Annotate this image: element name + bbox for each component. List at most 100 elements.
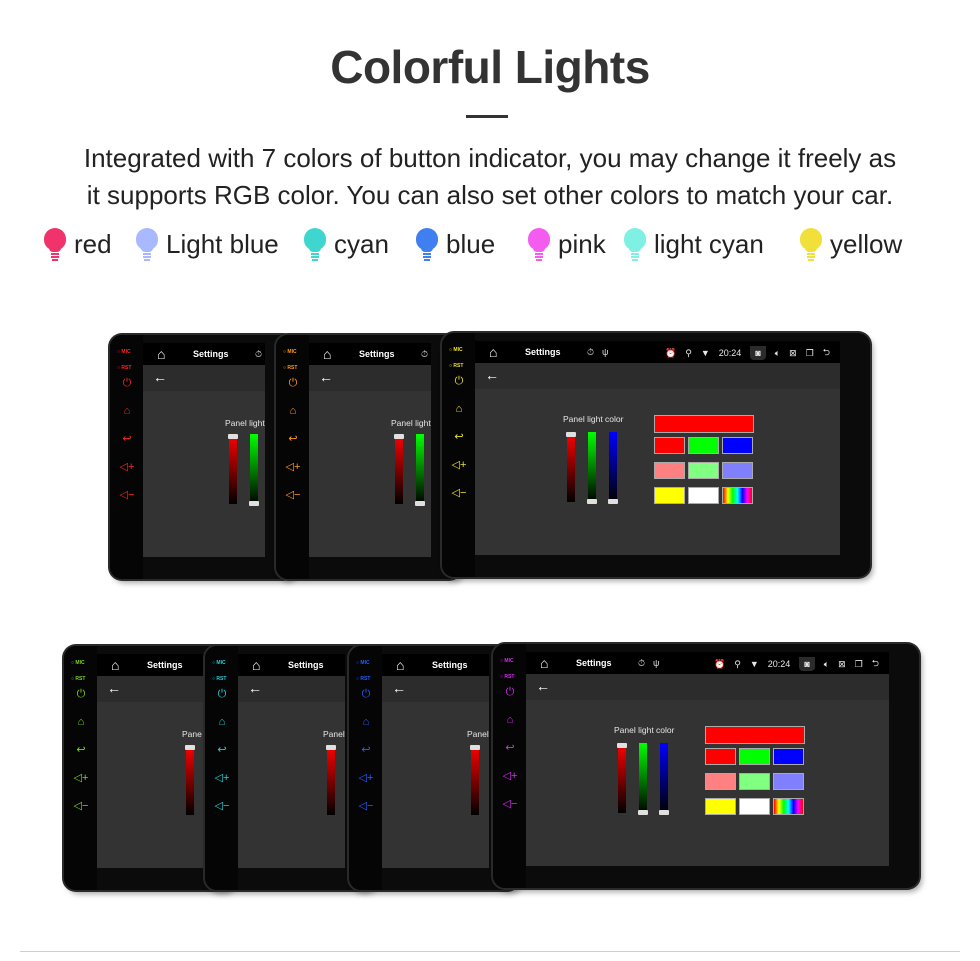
red-slider-knob[interactable] [617,743,627,748]
volume-up-button[interactable]: ◁+ [502,769,518,783]
volume-down-button[interactable]: ◁− [502,797,518,811]
camera-icon[interactable]: ◙ [750,346,766,360]
red-slider-knob[interactable] [394,434,404,439]
volume-down-button[interactable]: ◁− [358,799,374,813]
volume-up-button[interactable]: ◁+ [214,771,230,785]
home-button[interactable]: ⌂ [502,713,518,727]
close-box-icon[interactable]: ⊠ [838,659,846,670]
color-swatch[interactable] [722,487,753,504]
back-button[interactable]: ↩ [119,432,135,446]
back-button[interactable]: ↩ [73,743,89,757]
volume-icon[interactable]: 🔈︎ [824,659,829,670]
back-button[interactable]: ↩ [451,430,467,444]
camera-icon[interactable]: ◙ [799,657,815,671]
color-swatch[interactable] [688,462,719,479]
green-slider[interactable] [249,434,259,506]
back-arrow-icon[interactable]: ← [485,367,499,383]
back-button[interactable]: ↩ [502,741,518,755]
color-swatch[interactable] [739,773,770,790]
volume-down-button[interactable]: ◁− [119,488,135,502]
volume-up-button[interactable]: ◁+ [73,771,89,785]
red-slider[interactable] [470,745,480,815]
red-slider-knob[interactable] [326,745,336,750]
back-button[interactable]: ↩ [285,432,301,446]
green-slider[interactable] [587,432,597,504]
green-slider[interactable] [415,434,425,506]
color-swatch[interactable] [773,798,804,815]
blue-slider-knob[interactable] [608,499,618,504]
power-button[interactable]: ⏻ [214,687,230,701]
red-slider-knob[interactable] [185,745,195,750]
return-icon[interactable]: ⮌ [872,656,879,672]
volume-down-button[interactable]: ◁− [451,486,467,500]
color-swatch[interactable] [722,437,753,454]
red-slider-knob[interactable] [470,745,480,750]
color-swatch[interactable] [654,462,685,479]
back-arrow-icon[interactable]: ← [248,680,262,696]
home-icon[interactable]: ⌂ [489,344,497,360]
back-arrow-icon[interactable]: ← [153,369,167,385]
blue-slider[interactable] [659,743,669,815]
green-slider-knob[interactable] [587,499,597,504]
color-swatch[interactable] [688,487,719,504]
home-button[interactable]: ⌂ [285,404,301,418]
color-swatch[interactable] [654,437,685,454]
color-swatch[interactable] [722,462,753,479]
home-button[interactable]: ⌂ [451,402,467,416]
color-swatch[interactable] [773,748,804,765]
red-slider[interactable] [394,434,404,504]
color-swatch[interactable] [739,748,770,765]
home-button[interactable]: ⌂ [214,715,230,729]
back-arrow-icon[interactable]: ← [536,678,550,694]
power-button[interactable]: ⏻ [451,374,467,388]
home-icon[interactable]: ⌂ [157,346,165,362]
power-button[interactable]: ⏻ [502,685,518,699]
red-slider[interactable] [566,432,576,502]
recent-apps-icon[interactable]: ❐ [806,348,814,359]
back-button[interactable]: ↩ [214,743,230,757]
power-button[interactable]: ⏻ [73,687,89,701]
red-slider-knob[interactable] [228,434,238,439]
back-arrow-icon[interactable]: ← [319,369,333,385]
color-swatch[interactable] [654,487,685,504]
power-button[interactable]: ⏻ [119,376,135,390]
home-icon[interactable]: ⌂ [252,657,260,673]
blue-slider-knob[interactable] [659,810,669,815]
green-slider-knob[interactable] [249,501,259,506]
home-icon[interactable]: ⌂ [540,655,548,671]
red-slider[interactable] [228,434,238,504]
color-swatch[interactable] [705,798,736,815]
volume-down-button[interactable]: ◁− [73,799,89,813]
red-slider[interactable] [185,745,195,815]
color-swatch[interactable] [705,773,736,790]
volume-up-button[interactable]: ◁+ [285,460,301,474]
color-swatch[interactable] [739,798,770,815]
green-slider[interactable] [638,743,648,815]
green-slider-knob[interactable] [415,501,425,506]
volume-up-button[interactable]: ◁+ [451,458,467,472]
home-icon[interactable]: ⌂ [323,346,331,362]
volume-icon[interactable]: 🔈︎ [775,348,780,359]
color-swatch[interactable] [705,748,736,765]
home-button[interactable]: ⌂ [358,715,374,729]
volume-up-button[interactable]: ◁+ [358,771,374,785]
red-slider[interactable] [326,745,336,815]
volume-down-button[interactable]: ◁− [214,799,230,813]
red-slider[interactable] [617,743,627,813]
back-arrow-icon[interactable]: ← [107,680,121,696]
power-button[interactable]: ⏻ [358,687,374,701]
volume-down-button[interactable]: ◁− [285,488,301,502]
back-arrow-icon[interactable]: ← [392,680,406,696]
close-box-icon[interactable]: ⊠ [789,348,797,359]
return-icon[interactable]: ⮌ [823,345,830,361]
red-slider-knob[interactable] [566,432,576,437]
color-swatch[interactable] [773,773,804,790]
recent-apps-icon[interactable]: ❐ [855,659,863,670]
green-slider-knob[interactable] [638,810,648,815]
home-button[interactable]: ⌂ [119,404,135,418]
power-button[interactable]: ⏻ [285,376,301,390]
color-swatch[interactable] [688,437,719,454]
home-icon[interactable]: ⌂ [111,657,119,673]
home-icon[interactable]: ⌂ [396,657,404,673]
blue-slider[interactable] [608,432,618,504]
